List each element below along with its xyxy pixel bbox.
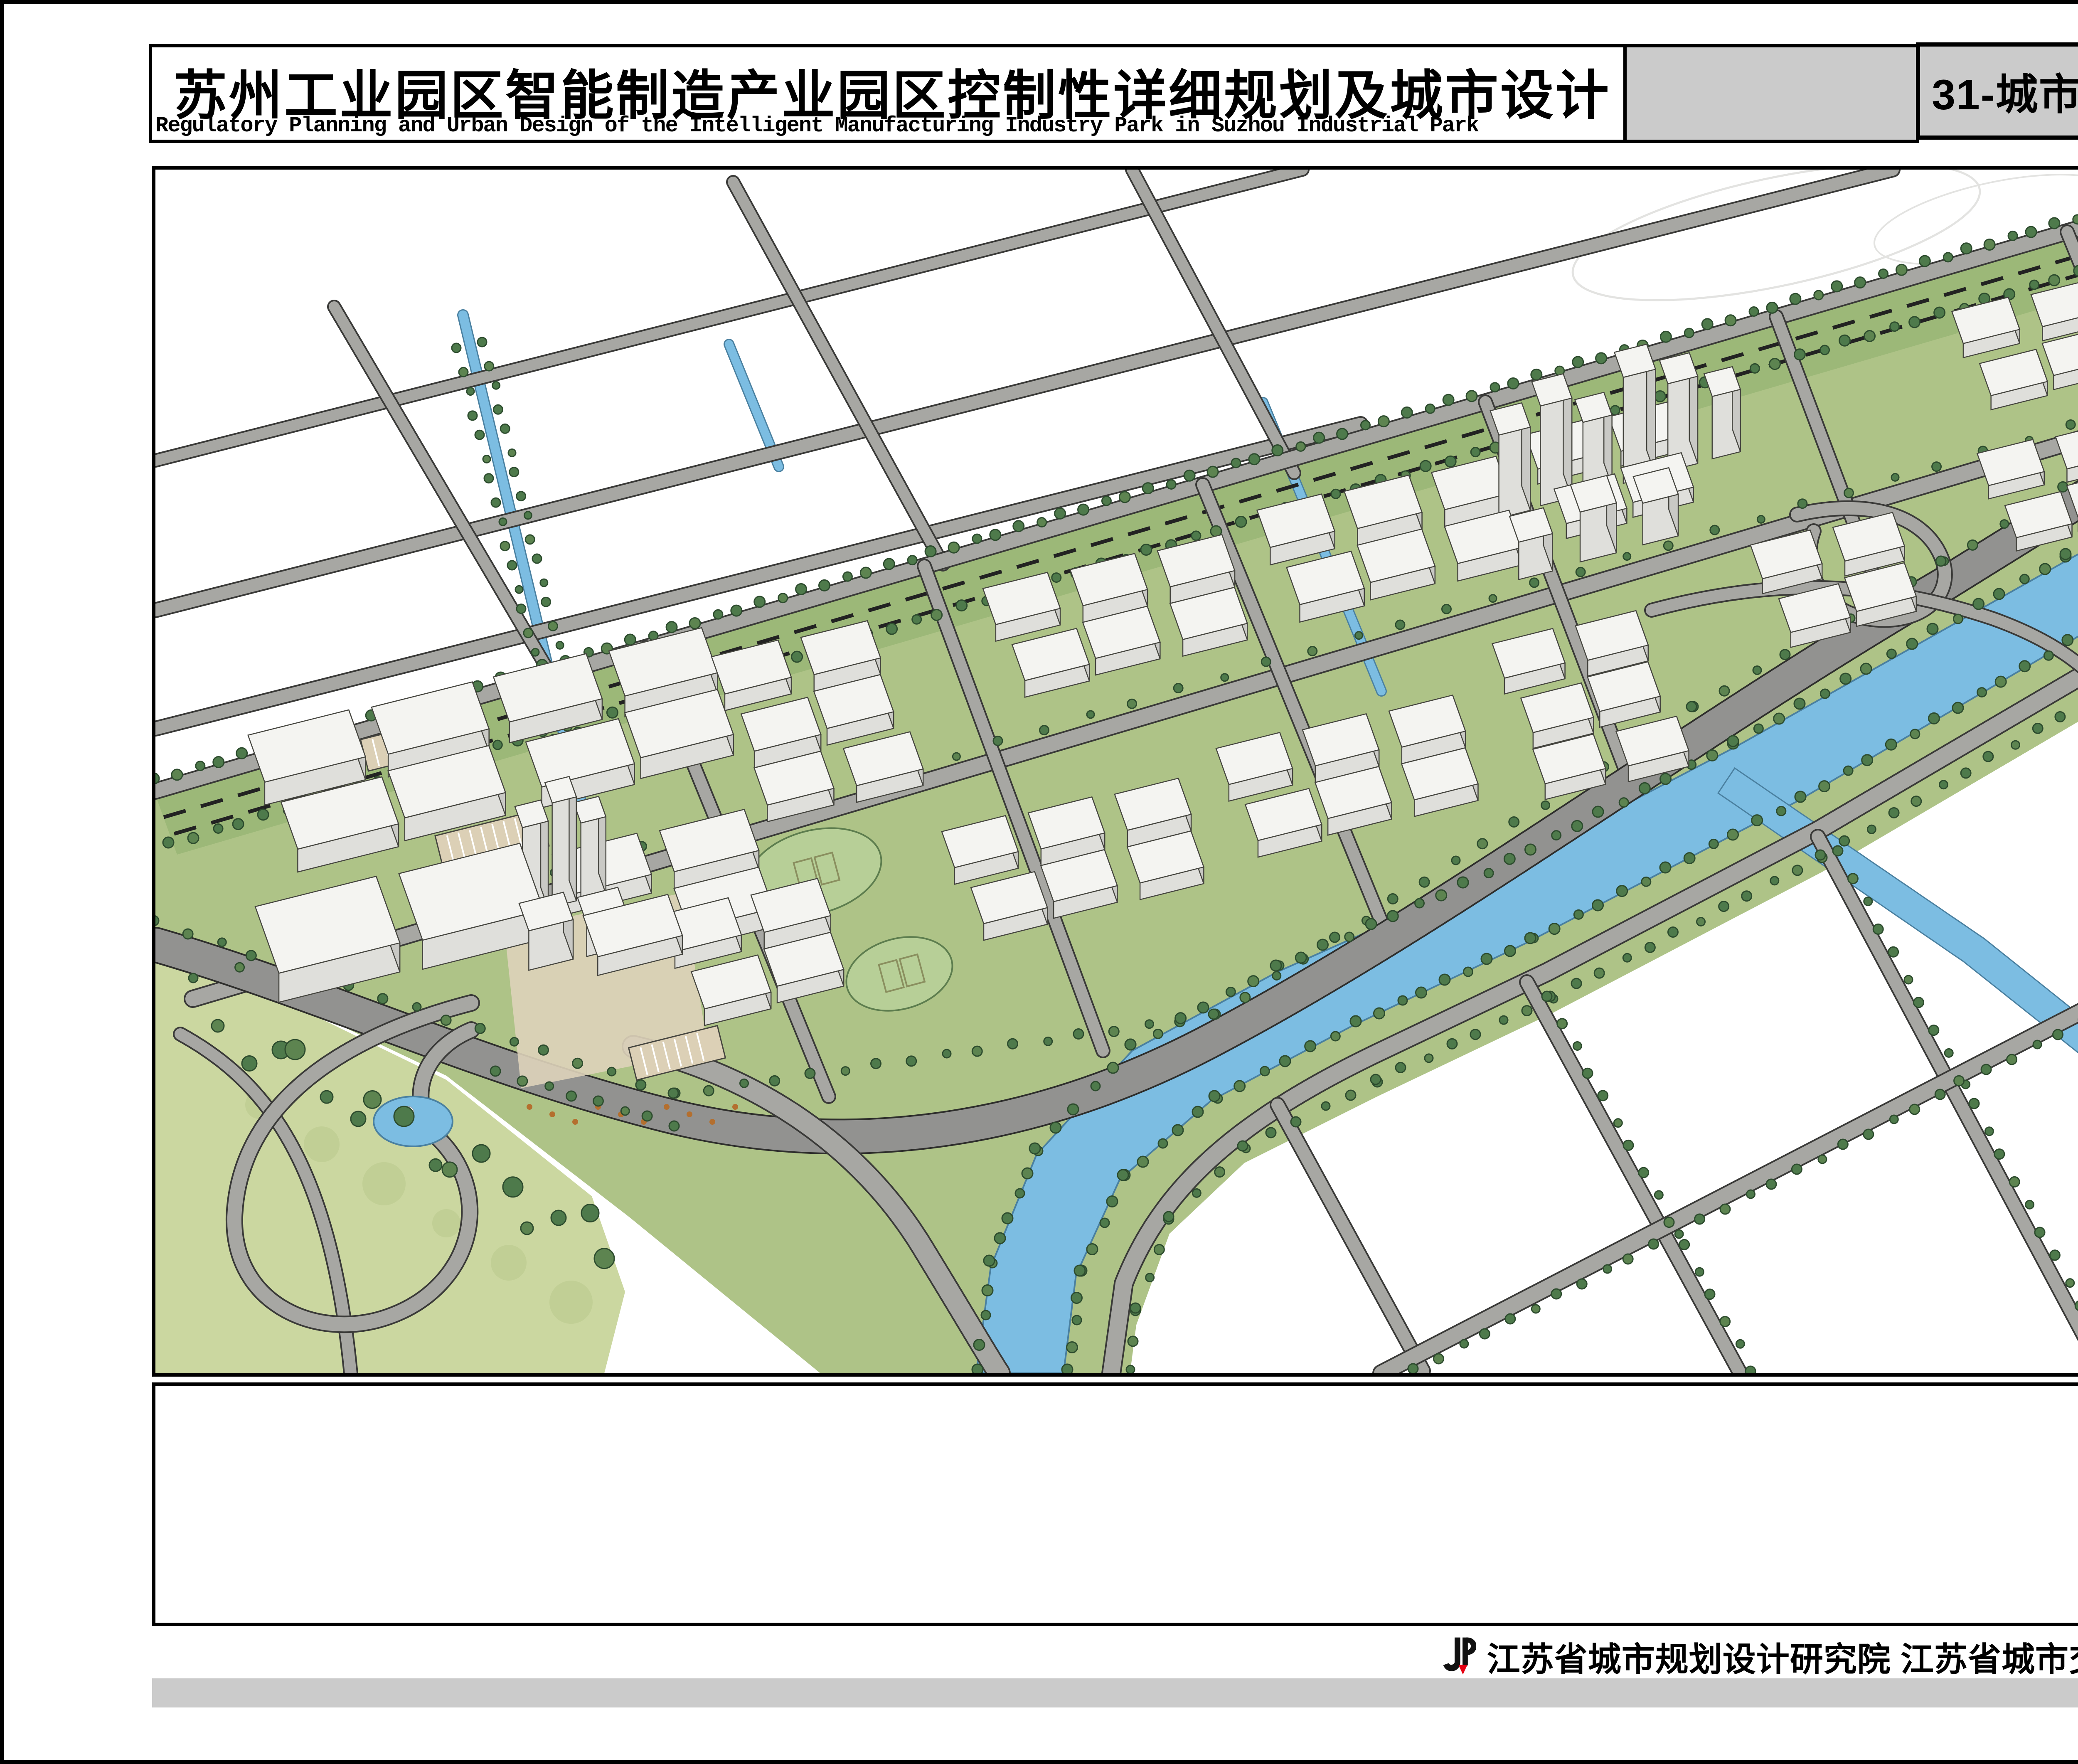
header-gray-strip [1623,44,1919,143]
empty-notes-panel [152,1382,2078,1626]
birdseye-rendering [155,170,2078,1373]
footer: 江苏省城市规划设计研究院 江苏省城市交通规划研究中心 [1463,1635,2078,1678]
title-block: 苏州工业园区智能制造产业园区控制性详细规划及城市设计 Regulatory Pl… [149,44,1627,143]
sheet-title-english: Regulatory Planning and Urban Design of … [155,113,1478,138]
institute-names: 江苏省城市规划设计研究院 江苏省城市交通规划研究中心 [1487,1633,2078,1681]
footer-gray-bar [152,1678,2078,1707]
institute-logo-icon [1441,1636,1476,1678]
sheet-number-label: 31-城市设计三维鸟瞰图 [1916,42,2078,140]
sheet-number-text: 31-城市设计三维鸟瞰图 [1932,61,2078,122]
birdseye-rendering-frame [152,166,2078,1377]
